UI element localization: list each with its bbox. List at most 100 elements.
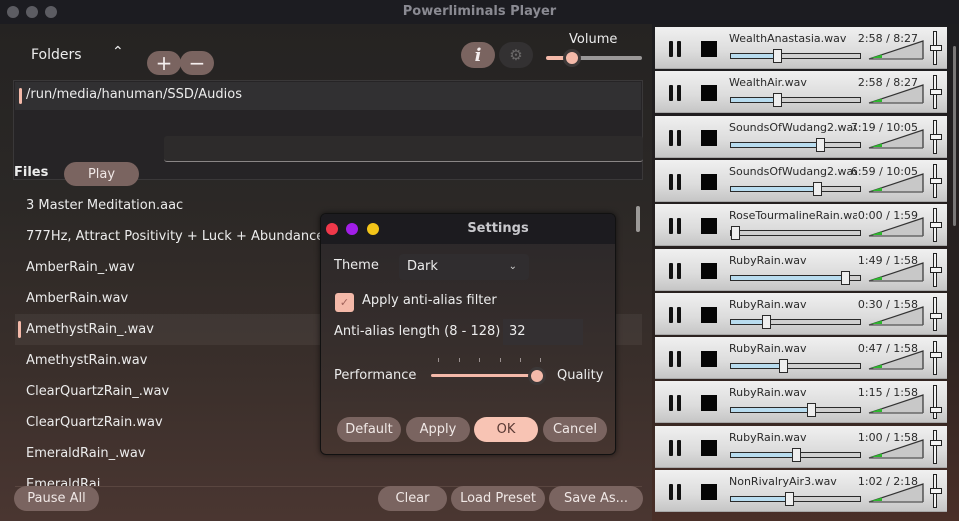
track-progress-slider[interactable] — [730, 226, 861, 241]
antialias-length-input[interactable]: 32 — [503, 319, 583, 345]
track-progress-knob[interactable] — [792, 447, 802, 462]
chevron-up-icon[interactable]: ⌃ — [112, 44, 124, 60]
remove-folder-button[interactable]: − — [180, 51, 214, 75]
slider-tick — [540, 358, 541, 362]
track-volume-slider[interactable] — [930, 429, 942, 464]
track-progress-knob[interactable] — [779, 359, 788, 374]
track-progress-slider[interactable] — [730, 181, 861, 196]
track-progress-fill — [731, 364, 783, 369]
track-progress-knob[interactable] — [773, 93, 782, 108]
pause-icon[interactable] — [668, 262, 682, 279]
files-scrollbar[interactable] — [636, 206, 640, 232]
stop-icon[interactable] — [701, 306, 717, 323]
track-progress-fill — [731, 186, 819, 191]
track-volume-slider[interactable] — [930, 208, 942, 243]
stop-icon[interactable] — [701, 41, 717, 57]
stop-icon[interactable] — [701, 173, 717, 190]
track-volume-slider[interactable] — [930, 75, 942, 110]
track-progress-slider[interactable] — [730, 49, 861, 63]
track-progress-slider[interactable] — [730, 93, 861, 108]
pause-icon[interactable] — [668, 484, 682, 500]
cancel-button[interactable]: Cancel — [543, 417, 607, 442]
volume-knob[interactable] — [563, 49, 581, 67]
play-button[interactable]: Play — [64, 162, 139, 186]
track-volume-knob[interactable] — [930, 313, 942, 320]
track-volume-knob[interactable] — [930, 222, 942, 229]
quality-slider-knob[interactable] — [528, 367, 546, 385]
track-volume-knob[interactable] — [930, 133, 942, 140]
stop-icon[interactable] — [701, 262, 717, 279]
default-button[interactable]: Default — [337, 417, 401, 442]
pause-icon[interactable] — [668, 173, 682, 190]
track-progress-knob[interactable] — [816, 137, 826, 152]
list-item[interactable]: EmeraldRai... — [15, 469, 642, 486]
pause-icon[interactable] — [668, 41, 682, 57]
track-volume-slider[interactable] — [930, 341, 942, 376]
stop-icon[interactable] — [701, 484, 717, 500]
theme-label: Theme — [334, 258, 379, 273]
track-volume-knob[interactable] — [930, 266, 942, 273]
track-progress-slider[interactable] — [730, 270, 861, 285]
track-progress-knob[interactable] — [762, 314, 772, 329]
volume-meter — [868, 84, 924, 104]
ok-button[interactable]: OK — [474, 417, 538, 442]
pause-all-button[interactable]: Pause All — [14, 486, 99, 511]
track-progress-knob[interactable] — [785, 492, 794, 506]
track-volume-slider[interactable] — [930, 252, 942, 287]
load-preset-button[interactable]: Load Preset — [451, 486, 545, 511]
tracks-scrollbar[interactable] — [953, 46, 956, 226]
stop-icon[interactable] — [701, 218, 717, 235]
track-progress-slider[interactable] — [730, 359, 861, 374]
track-progress-knob[interactable] — [773, 49, 782, 63]
settings-button[interactable]: ⚙ — [499, 42, 533, 68]
pause-icon[interactable] — [668, 85, 682, 102]
track-volume-slider[interactable] — [930, 474, 942, 508]
file-filter-input[interactable] — [164, 136, 643, 162]
apply-button[interactable]: Apply — [406, 417, 470, 442]
track-volume-slider[interactable] — [930, 119, 942, 154]
track-progress-knob[interactable] — [731, 226, 740, 241]
stop-icon[interactable] — [701, 85, 717, 102]
track-volume-knob[interactable] — [930, 488, 942, 494]
track-progress-slider[interactable] — [730, 314, 861, 329]
pause-icon[interactable] — [668, 306, 682, 323]
track-progress-slider[interactable] — [730, 137, 861, 152]
stop-icon[interactable] — [701, 129, 717, 146]
clear-button[interactable]: Clear — [378, 486, 447, 511]
add-folder-button[interactable]: + — [147, 51, 181, 75]
stop-icon[interactable] — [701, 439, 717, 456]
track-progress-knob[interactable] — [806, 403, 816, 418]
antialias-checkbox[interactable]: ✓ — [335, 293, 354, 312]
track-volume-slider[interactable] — [930, 385, 942, 420]
theme-select[interactable]: Dark ⌄ — [399, 254, 529, 280]
track-progress-slider[interactable] — [730, 492, 861, 506]
track-volume-slider[interactable] — [930, 296, 942, 331]
track-volume-slider[interactable] — [930, 31, 942, 65]
pause-icon[interactable] — [668, 395, 682, 412]
volume-track — [572, 56, 642, 60]
track-progress-slider[interactable] — [730, 403, 861, 418]
stop-icon[interactable] — [701, 395, 717, 412]
track-volume-knob[interactable] — [930, 439, 942, 446]
track-progress-slider[interactable] — [730, 447, 861, 462]
pause-icon[interactable] — [668, 439, 682, 456]
info-button[interactable]: i — [461, 42, 495, 68]
track-progress-knob[interactable] — [841, 270, 851, 285]
selection-marker — [19, 88, 22, 104]
track-volume-knob[interactable] — [930, 352, 942, 359]
track-volume-knob[interactable] — [930, 45, 942, 51]
folder-item[interactable]: /run/media/hanuman/SSD/Audios — [15, 82, 641, 110]
track-progress-fill — [731, 497, 790, 501]
track-volume-knob[interactable] — [930, 407, 942, 414]
track-volume-slider[interactable] — [930, 163, 942, 198]
pause-icon[interactable] — [668, 218, 682, 235]
track-progress-knob[interactable] — [812, 181, 822, 196]
volume-meter — [868, 40, 924, 60]
stop-icon[interactable] — [701, 351, 717, 368]
save-as-button[interactable]: Save As... — [549, 486, 643, 511]
pause-icon[interactable] — [668, 129, 682, 146]
track-volume-knob[interactable] — [930, 177, 942, 184]
pause-icon[interactable] — [668, 351, 682, 368]
divider — [15, 486, 642, 487]
track-volume-knob[interactable] — [930, 89, 942, 96]
